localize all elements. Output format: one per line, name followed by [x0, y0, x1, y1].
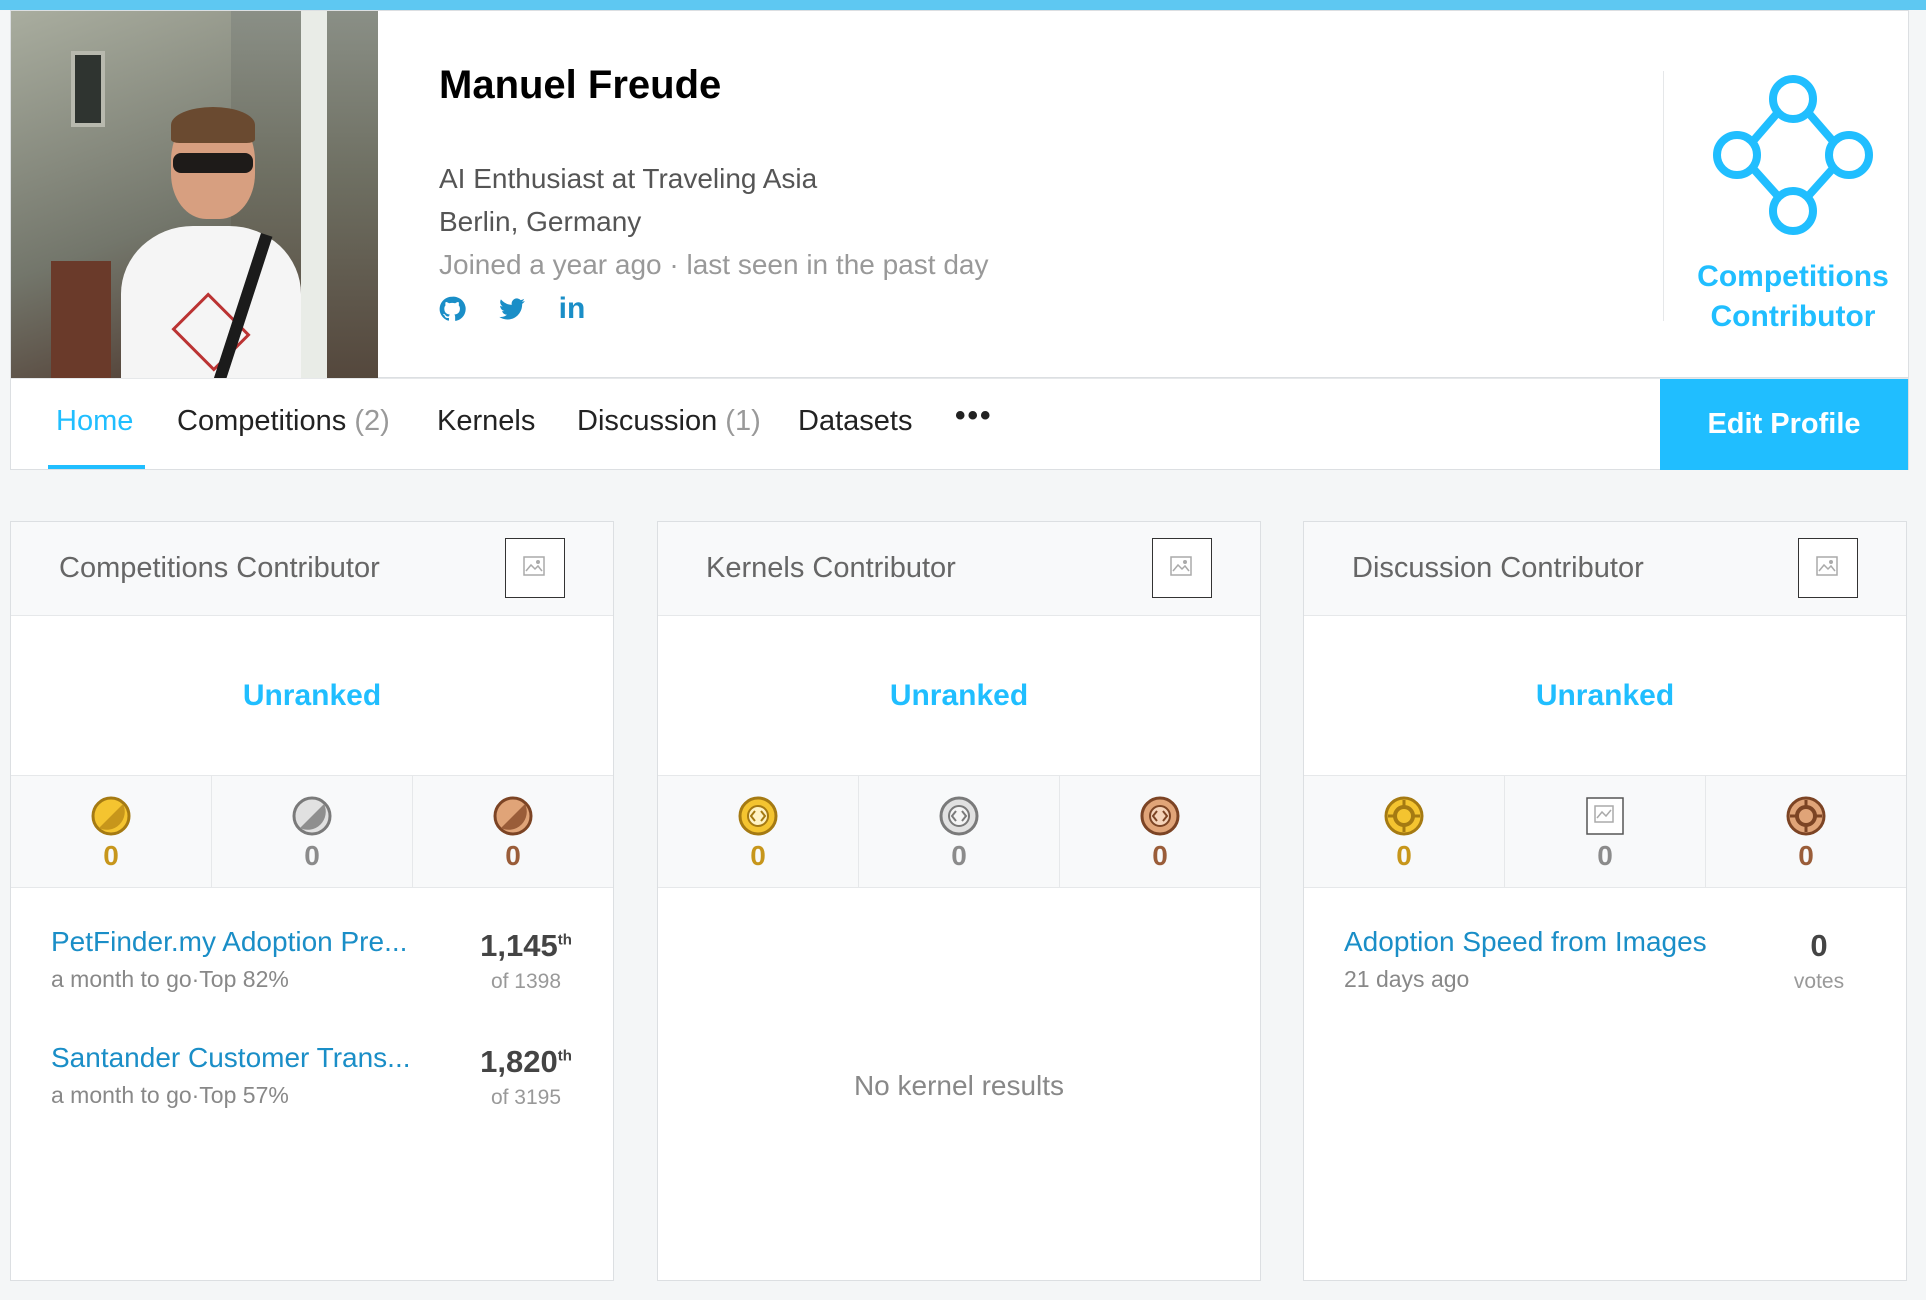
medal-counts: 0 0 0	[1304, 776, 1906, 888]
tier-badge-icon	[1152, 538, 1212, 598]
competition-entry: PetFinder.my Adoption Pre... a month to …	[51, 926, 581, 1006]
competition-total: of 3195	[490, 1086, 562, 1109]
card-title: Competitions Contributor	[59, 552, 380, 584]
tab-kernels[interactable]: Kernels	[437, 405, 535, 438]
card-title: Discussion Contributor	[1352, 552, 1644, 584]
bronze-medal: 0	[1706, 776, 1906, 887]
discussion-link[interactable]: Adoption Speed from Images	[1344, 926, 1707, 958]
discussion-entry: Adoption Speed from Images 21 days ago 0…	[1344, 926, 1874, 1006]
competition-rank: 1,820th	[480, 1044, 572, 1079]
tier-label: Competitions Contributor	[1697, 260, 1889, 333]
bronze-medal-icon	[493, 796, 533, 836]
gold-medal: 0	[1304, 776, 1505, 887]
competition-link[interactable]: PetFinder.my Adoption Pre...	[51, 926, 407, 958]
gold-kernel-medal-icon	[738, 796, 778, 836]
profile-occupation: AI Enthusiast at Traveling Asia	[439, 163, 818, 194]
medal-counts: 0 0 0	[658, 776, 1260, 888]
tab-home[interactable]: Home	[56, 405, 133, 438]
votes-label: votes	[1793, 970, 1845, 993]
profile-name: Manuel Freude	[439, 63, 722, 107]
tier-badge-icon	[1798, 538, 1858, 598]
competition-meta: a month to go·Top 57%	[51, 1082, 289, 1108]
bronze-medal: 0	[1060, 776, 1260, 887]
gold-medal-icon	[91, 796, 131, 836]
empty-state: No kernel results	[853, 1070, 1065, 1101]
profile-location: Berlin, Germany	[439, 206, 642, 237]
medal-counts: 0 0 0	[11, 776, 613, 888]
discussion-meta: 21 days ago	[1344, 966, 1470, 992]
tier-icon	[1713, 75, 1873, 235]
profile-photo	[11, 11, 378, 379]
header-divider	[1663, 71, 1664, 321]
bronze-discussion-medal-icon	[1786, 796, 1826, 836]
profile-header: Manuel Freude AI Enthusiast at Traveling…	[10, 10, 1909, 379]
tab-competitions[interactable]: Competitions (2)	[177, 405, 390, 438]
competitions-card: Competitions Contributor Unranked 0 0 0 …	[10, 521, 614, 1281]
rank-status: Unranked	[11, 616, 613, 776]
gold-discussion-medal-icon	[1384, 796, 1424, 836]
discussion-card: Discussion Contributor Unranked 0 0 0 Ad…	[1303, 521, 1907, 1281]
competition-rank: 1,145th	[480, 928, 572, 963]
bronze-kernel-medal-icon	[1140, 796, 1180, 836]
silver-medal-icon	[292, 796, 332, 836]
card-header: Kernels Contributor	[658, 522, 1260, 616]
gold-medal: 0	[658, 776, 859, 887]
silver-discussion-medal-icon	[1586, 797, 1624, 835]
more-menu-icon[interactable]: •••	[955, 399, 993, 433]
competition-total: of 1398	[490, 970, 562, 993]
silver-kernel-medal-icon	[939, 796, 979, 836]
tab-discussion[interactable]: Discussion (1)	[577, 405, 761, 438]
top-accent-bar	[0, 0, 1926, 10]
competitions-count: (2)	[354, 405, 390, 437]
rank-status: Unranked	[658, 616, 1260, 776]
linkedin-icon[interactable]: in	[557, 292, 587, 325]
profile-activity: Joined a year ago · last seen in the pas…	[439, 249, 989, 280]
silver-medal: 0	[859, 776, 1060, 887]
card-header: Competitions Contributor	[11, 522, 613, 616]
edit-profile-button[interactable]: Edit Profile	[1660, 379, 1908, 470]
silver-medal: 0	[212, 776, 413, 887]
twitter-icon[interactable]	[497, 294, 527, 324]
tab-datasets[interactable]: Datasets	[798, 405, 912, 438]
bronze-medal: 0	[413, 776, 613, 887]
github-icon[interactable]	[437, 294, 467, 324]
competition-meta: a month to go·Top 82%	[51, 966, 289, 992]
tier-badge-icon	[505, 538, 565, 598]
kernels-card: Kernels Contributor Unranked 0 0 0 No ke…	[657, 521, 1261, 1281]
silver-medal: 0	[1505, 776, 1706, 887]
vote-count: 0	[1810, 928, 1828, 963]
gold-medal: 0	[11, 776, 212, 887]
card-title: Kernels Contributor	[706, 552, 956, 584]
competition-entry: Santander Customer Trans... a month to g…	[51, 1042, 581, 1122]
rank-status: Unranked	[1304, 616, 1906, 776]
competition-link[interactable]: Santander Customer Trans...	[51, 1042, 411, 1074]
profile-nav: Home Competitions (2) Kernels Discussion…	[10, 378, 1909, 470]
card-header: Discussion Contributor	[1304, 522, 1906, 616]
discussion-count: (1)	[725, 405, 761, 437]
social-links: in	[437, 292, 587, 325]
active-tab-indicator	[48, 465, 145, 469]
